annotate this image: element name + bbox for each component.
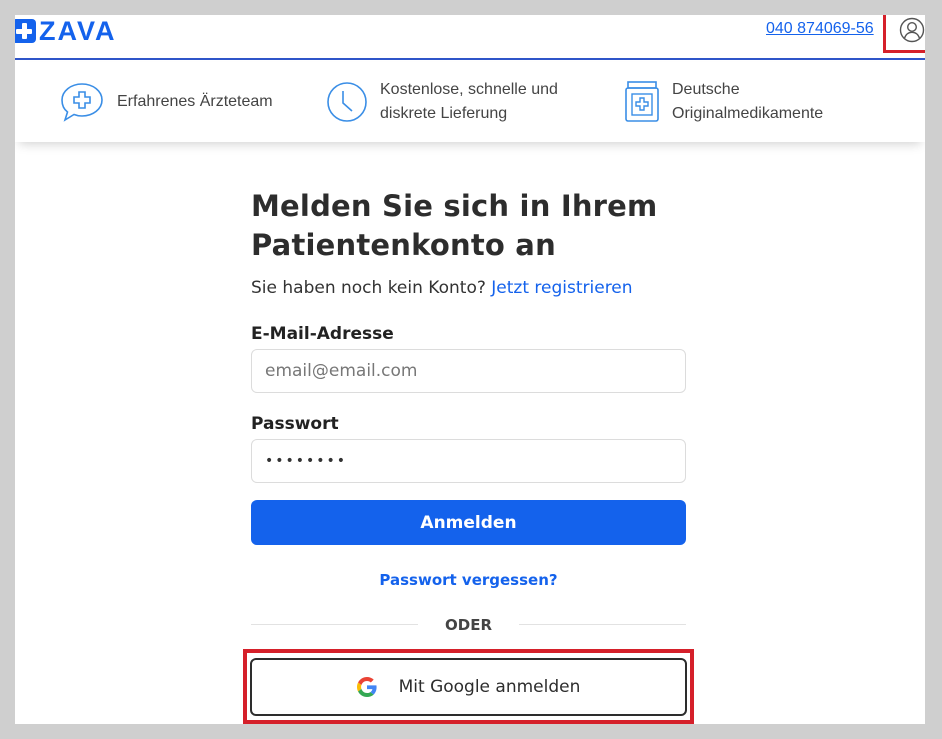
google-icon: [356, 677, 377, 697]
site-header: ZAVA 040 874069-56: [15, 15, 925, 60]
forgot-password-link[interactable]: Passwort vergessen?: [251, 571, 686, 589]
chat-cross-icon: [61, 83, 103, 122]
google-highlight: Mit Google anmelden: [243, 649, 694, 724]
account-button[interactable]: [883, 15, 925, 53]
register-prompt: Sie haben noch kein Konto? Jetzt registr…: [251, 277, 686, 299]
feature-doctors: Erfahrenes Ärzteteam: [59, 81, 273, 123]
google-button-label: Mit Google anmelden: [398, 677, 581, 697]
email-label: E-Mail-Adresse: [251, 324, 394, 344]
no-account-text: Sie haben noch kein Konto?: [251, 278, 486, 298]
features-bar: Erfahrenes Ärzteteam Kostenlose, schnell…: [15, 62, 925, 142]
or-divider: ODER: [251, 615, 686, 635]
login-form: Melden Sie sich in Ihrem Patientenkonto …: [243, 187, 694, 724]
feature-text-line1: Deutsche: [672, 81, 740, 98]
logo-text: ZAVA: [39, 16, 117, 46]
feature-original: Deutsche Originalmedikamente: [624, 78, 823, 126]
password-field[interactable]: [251, 439, 686, 483]
feature-text-line2: diskrete Lieferung: [380, 105, 508, 122]
feature-delivery: Kostenlose, schnelle und diskrete Liefer…: [326, 78, 558, 126]
page: ZAVA 040 874069-56 Erfahrenes Ärzteteam: [15, 15, 925, 724]
register-link[interactable]: Jetzt registrieren: [491, 278, 632, 298]
email-field[interactable]: [251, 349, 686, 393]
cross-icon: [15, 19, 36, 43]
google-login-button[interactable]: Mit Google anmelden: [250, 658, 687, 716]
title-line2: Patientenkonto an: [251, 228, 556, 262]
login-button[interactable]: Anmelden: [251, 500, 686, 545]
user-circle-icon: [899, 17, 925, 42]
phone-link[interactable]: 040 874069-56: [766, 20, 874, 38]
password-label: Passwort: [251, 414, 339, 434]
zava-logo[interactable]: ZAVA: [15, 16, 117, 46]
feature-text-line1: Kostenlose, schnelle und: [380, 81, 558, 98]
divider-text: ODER: [445, 616, 492, 634]
divider-line-right: [519, 624, 686, 625]
title-line1: Melden Sie sich in Ihrem: [251, 189, 658, 223]
page-title: Melden Sie sich in Ihrem Patientenkonto …: [251, 187, 686, 265]
feature-text-line1: Erfahrenes Ärzteteam: [117, 93, 273, 110]
clock-icon: [327, 82, 367, 122]
feature-text-line2: Originalmedikamente: [672, 105, 824, 122]
medicine-jar-icon: [625, 81, 659, 122]
